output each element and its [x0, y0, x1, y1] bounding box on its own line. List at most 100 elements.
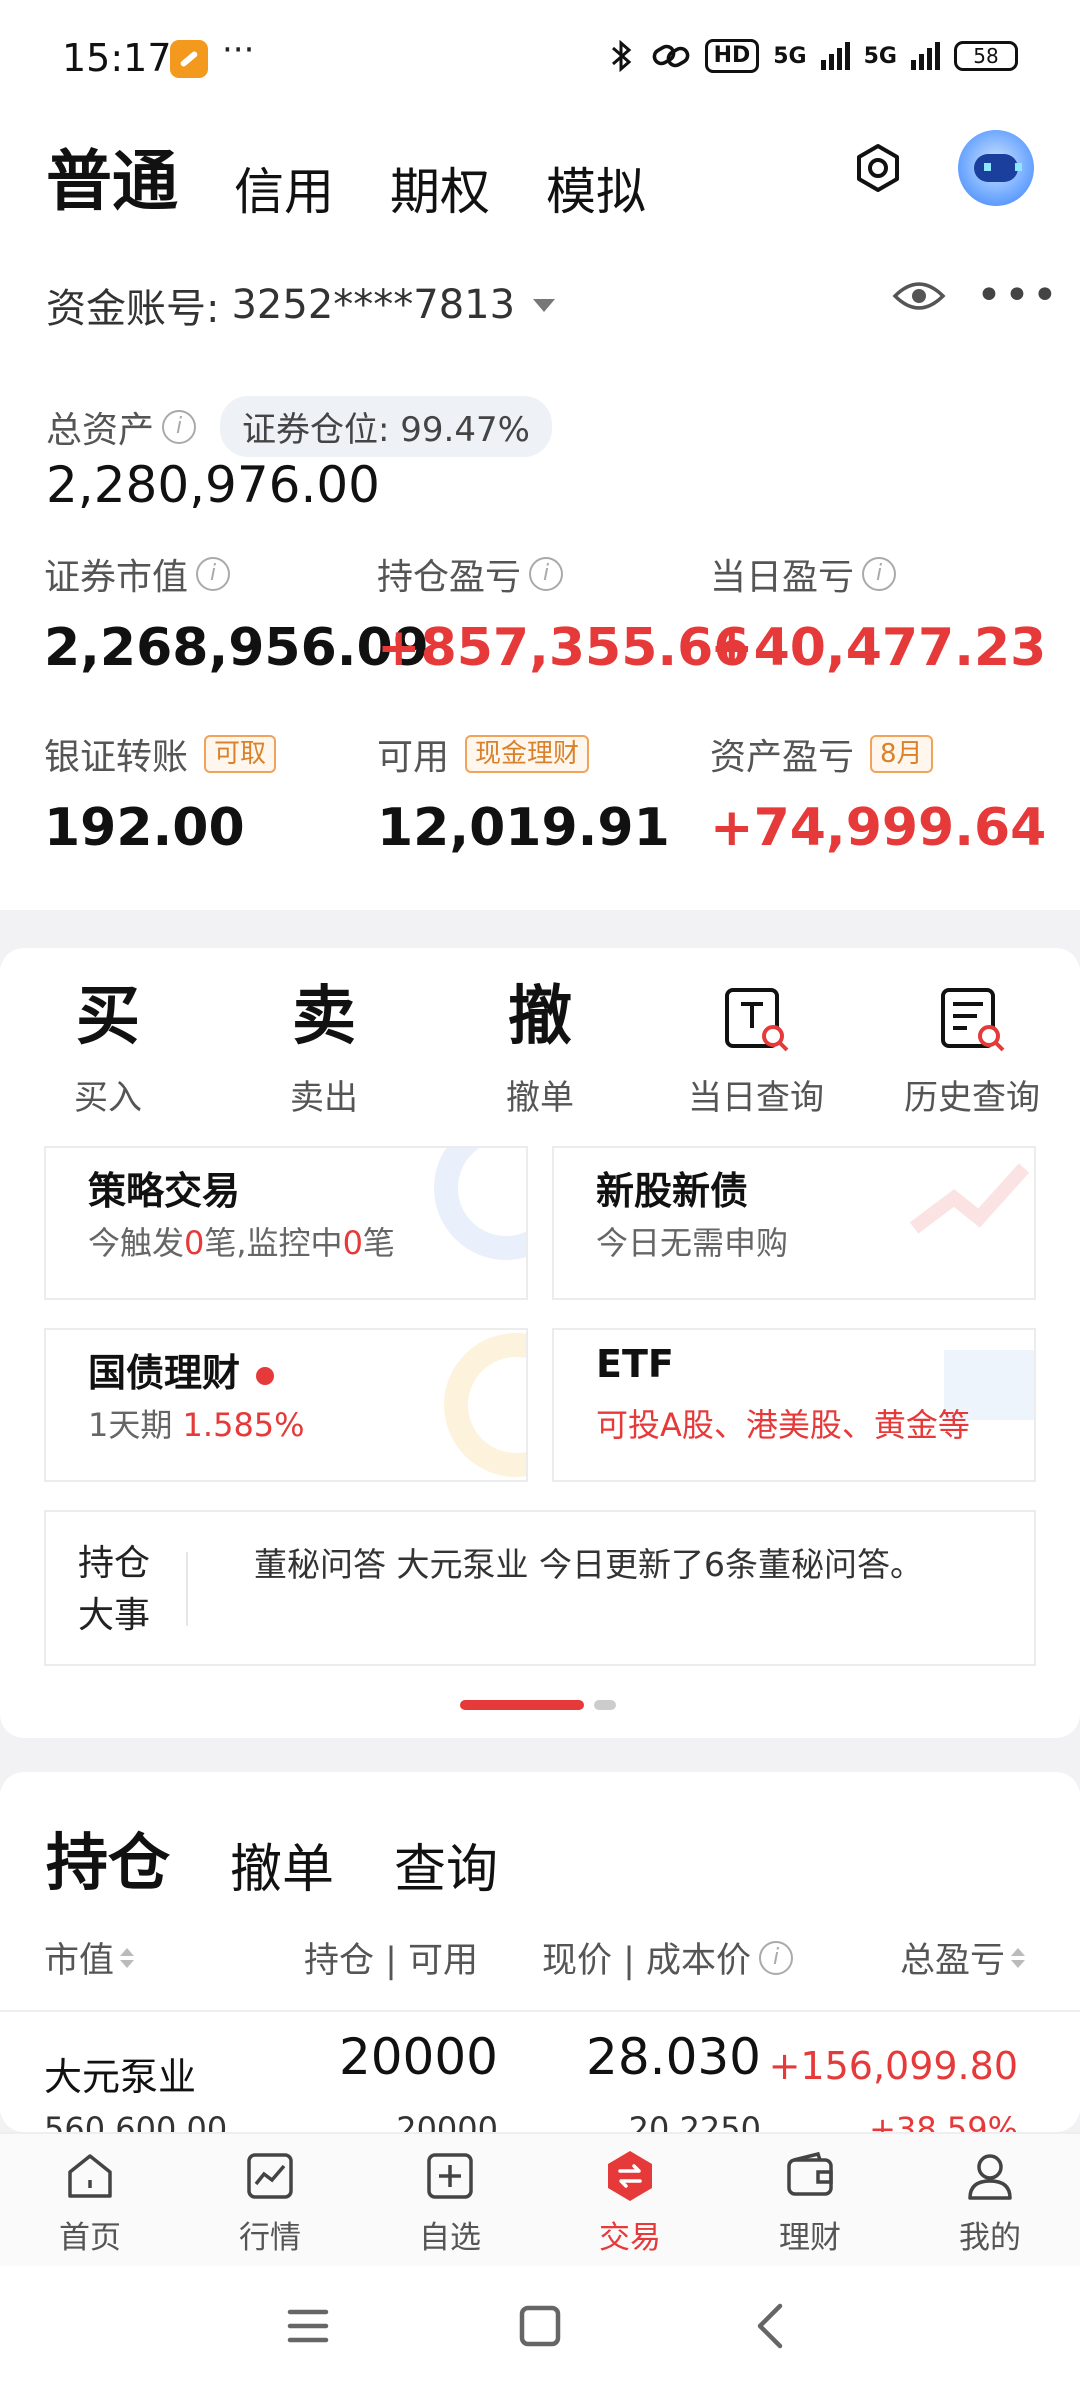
- network-5g-label-1: 5G: [773, 43, 807, 69]
- account-mode-tabs: 普通 信用 期权 模拟: [46, 128, 646, 224]
- cancel-order-icon: 撤: [508, 980, 572, 1054]
- account-number: 3252****7813: [231, 282, 516, 328]
- quick-actions: 买 买入 卖 卖出 撤 撤单 当日查询 历史查询: [0, 976, 1080, 1119]
- tab-options[interactable]: 期权: [390, 152, 490, 224]
- asset-pl-cell[interactable]: 资产盈亏 8月 +74,999.64: [710, 728, 1046, 858]
- history-query-button[interactable]: 历史查询: [864, 976, 1080, 1119]
- available-funds-label: 可用: [377, 737, 450, 778]
- total-assets-label: 总资产: [46, 409, 155, 451]
- holding-events-label: 持仓大事: [78, 1543, 151, 1636]
- cancel-order-button[interactable]: 撤 撤单: [432, 976, 648, 1119]
- nav-profile-label: 我的: [959, 2220, 1021, 2256]
- bank-transfer-cell[interactable]: 银证转账 可取 192.00: [44, 728, 377, 858]
- caret-down-icon: [533, 298, 556, 312]
- eye-icon[interactable]: [892, 276, 946, 316]
- nav-market[interactable]: 行情: [180, 2134, 360, 2266]
- profile-icon: [968, 2154, 1012, 2200]
- column-position-available: 持仓 | 可用: [304, 1941, 479, 1981]
- tab-simulation[interactable]: 模拟: [546, 152, 646, 224]
- ai-assistant-robot-icon[interactable]: [958, 130, 1034, 206]
- battery-icon: 58: [954, 41, 1018, 71]
- sort-icon: [120, 1947, 135, 1968]
- market-value-amount: 2,268,956.09: [44, 618, 429, 678]
- cash-management-tag[interactable]: 现金理财: [465, 735, 590, 773]
- column-market-value[interactable]: 市值: [44, 1932, 135, 1983]
- position-pl-cell[interactable]: 持仓盈亏 i +857,355.66: [377, 548, 750, 678]
- holding-events-text: 董秘问答 大元泵业 今日更新了6条董秘问答。: [254, 1545, 923, 1584]
- info-icon[interactable]: i: [862, 557, 897, 591]
- status-time: 15:17: [62, 36, 172, 80]
- divider: [0, 2010, 1080, 2012]
- buy-icon: 买: [76, 980, 140, 1054]
- menu-icon[interactable]: [278, 2296, 338, 2356]
- asset-pl-label: 资产盈亏: [710, 737, 855, 778]
- position-pl-label: 持仓盈亏: [377, 557, 522, 598]
- divider: [186, 1552, 188, 1626]
- watchlist-add-icon: [427, 2153, 473, 2199]
- sell-button[interactable]: 卖 卖出: [216, 976, 432, 1119]
- nav-trade[interactable]: 交易: [540, 2134, 720, 2266]
- account-label: 资金账号:: [46, 286, 220, 332]
- holdings-tabs: 持仓 撤单 查询: [46, 1812, 498, 1902]
- sell-icon: 卖: [292, 980, 356, 1054]
- daily-pl-cell[interactable]: 当日盈亏 i +40,477.23: [710, 548, 1046, 678]
- stock-total-pl: +156,099.80: [768, 2044, 1018, 2088]
- trade-functions-card: 买 买入 卖 卖出 撤 撤单 当日查询 历史查询 策略交易 今触发0笔,监控中0…: [0, 948, 1080, 1738]
- ipo-card[interactable]: 新股新债 今日无需申购: [552, 1146, 1036, 1300]
- today-query-icon: [725, 988, 789, 1052]
- withdrawable-tag[interactable]: 可取: [204, 735, 277, 773]
- tab-credit[interactable]: 信用: [234, 152, 334, 224]
- more-notifications-icon: ···: [222, 30, 255, 70]
- market-value-label: 证券市值: [44, 557, 189, 598]
- today-query-button[interactable]: 当日查询: [648, 976, 864, 1119]
- sort-icon: [1011, 1947, 1026, 1968]
- info-icon[interactable]: i: [162, 409, 197, 444]
- settings-icon[interactable]: [852, 142, 904, 194]
- strategy-trading-card[interactable]: 策略交易 今触发0笔,监控中0笔: [44, 1146, 528, 1300]
- signal-icon-1: [820, 42, 850, 70]
- bank-transfer-amount: 192.00: [44, 798, 245, 858]
- home-square-icon[interactable]: [510, 2296, 570, 2356]
- bond-title: 国债理财: [88, 1342, 275, 1397]
- new-badge-dot: [256, 1366, 275, 1385]
- available-funds-cell[interactable]: 可用 现金理财 12,019.91: [377, 728, 710, 858]
- tab-holdings[interactable]: 持仓: [46, 1812, 170, 1902]
- stock-available: 20000: [396, 2110, 498, 2132]
- holding-events-banner[interactable]: 持仓大事 董秘问答 大元泵业 今日更新了6条董秘问答。: [44, 1510, 1036, 1666]
- buy-label: 买入: [74, 1078, 142, 1118]
- column-total-pl[interactable]: 总盈亏: [900, 1932, 1026, 1983]
- bluetooth-icon: [611, 39, 631, 73]
- treasury-bond-card[interactable]: 国债理财 1天期 1.585%: [44, 1328, 528, 1482]
- bond-subtitle: 1天期 1.585%: [88, 1406, 305, 1444]
- page-indicator-active: [460, 1700, 584, 1710]
- info-icon[interactable]: i: [759, 1940, 794, 1975]
- account-selector[interactable]: 资金账号: 3252****7813: [46, 276, 556, 334]
- cancel-order-label: 撤单: [506, 1078, 574, 1118]
- strategy-title: 策略交易: [88, 1169, 241, 1213]
- etf-title: ETF: [596, 1342, 674, 1386]
- info-icon[interactable]: i: [196, 557, 231, 591]
- tab-cancel-orders[interactable]: 撤单: [230, 1827, 334, 1902]
- total-assets-row: 总资产 i 证券仓位: 99.47%: [46, 396, 552, 457]
- holdings-card: 持仓 撤单 查询 市值 持仓 | 可用 现价 | 成本价 i 总盈亏 大元泵业 5…: [0, 1772, 1080, 2132]
- info-icon[interactable]: i: [529, 557, 564, 591]
- strategy-watermark-icon: [434, 1148, 526, 1260]
- stock-total-pl-pct: +38.59%: [869, 2110, 1018, 2132]
- wallet-icon: [787, 2151, 833, 2196]
- nav-watchlist[interactable]: 自选: [360, 2134, 540, 2266]
- nav-wealth[interactable]: 理财: [720, 2134, 900, 2266]
- back-icon[interactable]: [742, 2296, 802, 2356]
- nav-profile[interactable]: 我的: [900, 2134, 1080, 2266]
- stock-price: 28.030: [586, 2028, 761, 2086]
- more-options-icon[interactable]: •••: [976, 270, 1060, 321]
- market-value-cell[interactable]: 证券市值 i 2,268,956.09: [44, 548, 429, 678]
- etf-card[interactable]: ETF 可投A股、港美股、黄金等: [552, 1328, 1036, 1482]
- status-icons: HD 5G 5G 58: [607, 38, 1018, 74]
- holdings-table-header: 市值 持仓 | 可用 现价 | 成本价 i 总盈亏: [0, 1932, 1080, 1992]
- hd-voice-icon: HD: [704, 39, 760, 73]
- buy-button[interactable]: 买 买入: [0, 976, 216, 1119]
- month-tag[interactable]: 8月: [870, 735, 933, 773]
- nav-home[interactable]: 首页: [0, 2134, 180, 2266]
- tab-query[interactable]: 查询: [394, 1827, 498, 1902]
- tab-normal[interactable]: 普通: [46, 128, 178, 224]
